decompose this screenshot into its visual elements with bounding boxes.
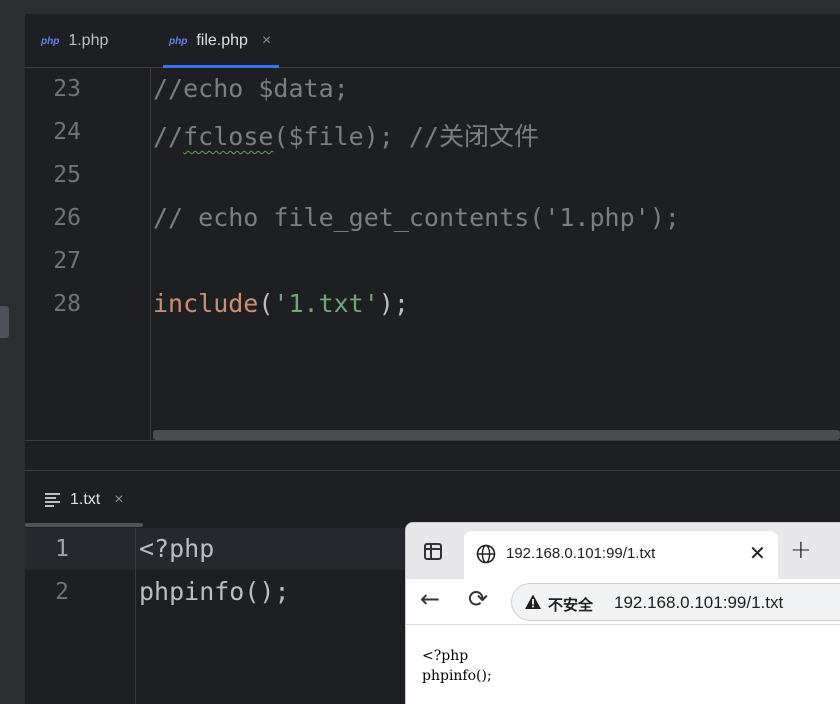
tab-label: 1.php xyxy=(68,32,109,49)
browser-tab[interactable]: 192.168.0.101:99/1.txt ✕ xyxy=(464,531,778,579)
editor-tab-bar: php 1.php php file.php × xyxy=(25,14,840,68)
tab-label: 1.txt xyxy=(70,491,101,508)
line-number: 23 xyxy=(53,76,81,102)
code-area[interactable]: 23 //echo $data; 24 //fclose($file); //关… xyxy=(25,68,840,440)
line-number: 24 xyxy=(53,119,81,145)
line-number: 2 xyxy=(55,579,69,605)
reload-icon[interactable]: ⟳ xyxy=(468,585,488,613)
php-file-icon: php xyxy=(41,35,60,47)
active-tab-indicator xyxy=(25,523,143,527)
address-bar[interactable]: 不安全 192.168.0.101:99/1.txt xyxy=(511,583,840,621)
keyword: include xyxy=(153,289,259,318)
close-tab-icon[interactable]: × xyxy=(114,491,123,509)
tool-window-strip xyxy=(0,14,25,704)
comment-rest: ($file); //关闭文件 xyxy=(273,122,539,151)
code-line[interactable]: phpinfo(); xyxy=(139,577,290,606)
close-tab-icon[interactable]: × xyxy=(262,32,271,50)
code-line: include('1.txt'); xyxy=(153,289,409,318)
page-text-line: <?php xyxy=(422,648,469,664)
tab-1-txt[interactable]: 1.txt × xyxy=(45,472,124,528)
code-line: //fclose($file); //关闭文件 xyxy=(153,117,539,153)
line-number: 26 xyxy=(53,205,81,231)
gutter-divider xyxy=(150,68,151,440)
not-secure-label[interactable]: 不安全 xyxy=(548,594,593,615)
php-editor: php 1.php php file.php × 23 //echo $data… xyxy=(25,14,840,440)
warning-squiggle[interactable]: fclose xyxy=(183,122,273,151)
new-tab-icon[interactable]: + xyxy=(790,535,812,565)
browser-tab-strip: 192.168.0.101:99/1.txt ✕ + xyxy=(406,523,840,579)
tool-window-marker[interactable] xyxy=(0,306,9,338)
php-file-icon: php xyxy=(169,35,188,47)
warning-icon[interactable] xyxy=(524,593,542,611)
globe-icon xyxy=(476,544,496,564)
sidebar-toggle-icon[interactable] xyxy=(424,543,442,560)
page-text-line: phpinfo(); xyxy=(422,668,492,684)
string-literal: '1.txt' xyxy=(273,289,379,318)
close-tab-icon[interactable]: ✕ xyxy=(749,541,766,565)
browser-tab-title: 192.168.0.101:99/1.txt xyxy=(506,545,656,562)
browser-window: 192.168.0.101:99/1.txt ✕ + ← ⟳ 不安全 192.1… xyxy=(405,522,840,704)
code-line: // echo file_get_contents('1.php'); xyxy=(153,203,680,232)
tab-1-php[interactable]: php 1.php xyxy=(41,14,108,68)
title-bar xyxy=(0,0,840,14)
page-content: <?php phpinfo(); xyxy=(406,626,840,704)
line-number: 28 xyxy=(53,291,81,317)
back-icon[interactable]: ← xyxy=(420,585,440,613)
punctuation: ( xyxy=(258,289,274,318)
line-number: 25 xyxy=(53,162,81,188)
code-line: //echo $data; xyxy=(153,74,349,103)
editor-split-divider[interactable] xyxy=(25,440,840,471)
gutter-divider xyxy=(135,528,136,704)
line-number: 27 xyxy=(53,248,81,274)
comment-prefix: // xyxy=(153,122,184,151)
code-line[interactable]: <?php xyxy=(139,534,214,563)
tab-file-php[interactable]: php file.php × xyxy=(163,14,280,68)
tab-label: file.php xyxy=(196,32,248,49)
punctuation: ); xyxy=(378,289,409,318)
browser-toolbar: ← ⟳ 不安全 192.168.0.101:99/1.txt xyxy=(406,579,840,625)
text-file-icon xyxy=(45,491,60,509)
horizontal-scrollbar[interactable] xyxy=(153,430,840,440)
url-text[interactable]: 192.168.0.101:99/1.txt xyxy=(614,593,783,613)
line-number: 1 xyxy=(55,536,69,562)
